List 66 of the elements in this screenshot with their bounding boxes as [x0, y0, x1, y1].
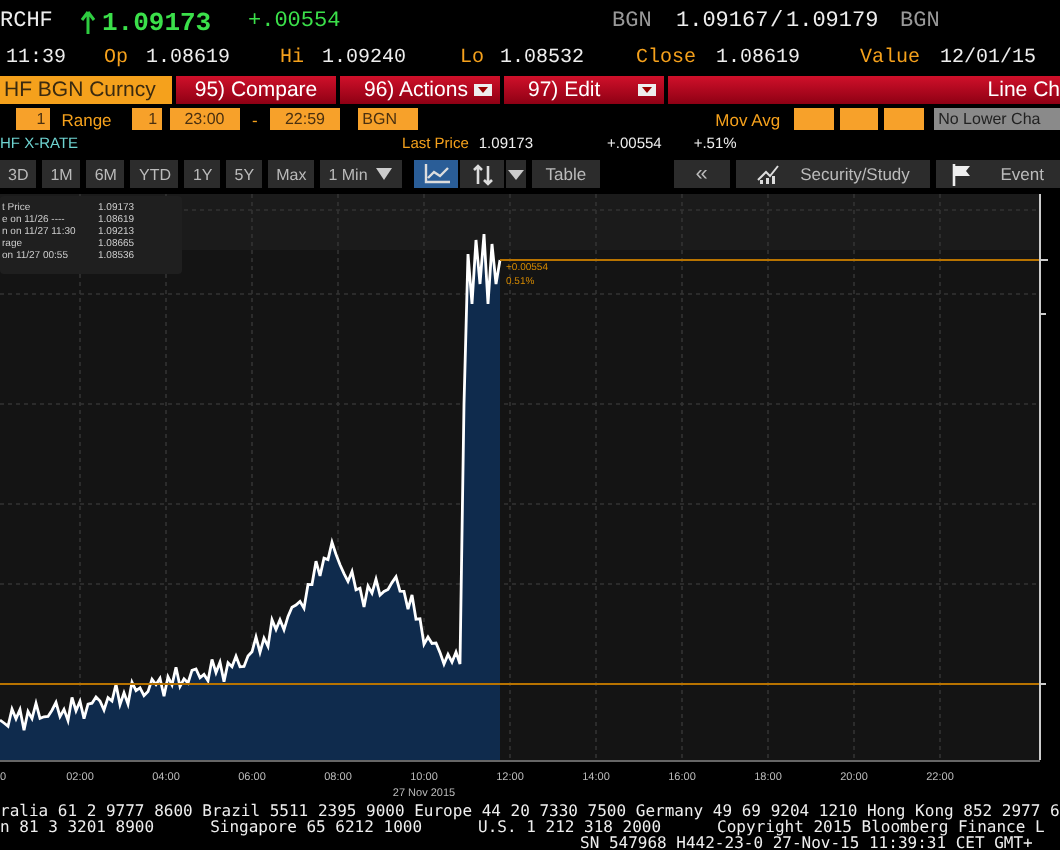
dash: -	[249, 109, 260, 129]
stat-label: Value	[860, 48, 923, 70]
up-arrow-icon	[80, 9, 96, 35]
caret-icon	[638, 84, 656, 96]
start-time-field[interactable]: 23:00	[169, 108, 240, 130]
net-change: +.00554	[248, 10, 343, 34]
footer-text: SN 547968 H442-23-0 27-Nov-15 11:39:31 CET GMT+	[580, 836, 1033, 850]
caret-icon	[474, 84, 492, 96]
lower-chart-field[interactable]: No Lower Cha	[934, 108, 1060, 130]
menu-button[interactable]: 97) Edit	[504, 76, 664, 104]
bid-source: BGN	[612, 10, 654, 34]
period-button[interactable]: 1M	[42, 160, 81, 188]
end-time-field[interactable]: 22:59	[269, 108, 341, 130]
period-button[interactable]: 6M	[86, 160, 125, 188]
sort-arrows-icon	[471, 163, 494, 185]
footer-text: Copyright 2015 Bloomberg Finance L	[717, 820, 1045, 836]
period-button[interactable]: 3D	[0, 160, 37, 188]
line-chart-tool-button[interactable]	[414, 160, 459, 188]
period-button[interactable]: YTD	[130, 160, 179, 188]
chart-icon	[756, 164, 781, 184]
collapse-button[interactable]: «	[673, 160, 730, 188]
interval-dropdown[interactable]: 1 Min	[320, 160, 403, 188]
caret-icon	[375, 168, 392, 180]
chart-type-label[interactable]: Line Ch	[668, 76, 1060, 104]
stat-value: 1.09240	[322, 48, 409, 70]
stat-label: Op	[104, 48, 131, 70]
caret-icon	[508, 169, 525, 179]
footer-text: ralia 61 2 9777 8600 Brazil 5511 2395 9000 Europe 44 20 7330 7500 Germany 49 69 9204 1210 Hong Kong 852 2977 6	[0, 804, 1060, 820]
stat-value: 1.08619	[146, 48, 233, 70]
range-label: Range	[59, 109, 114, 129]
separator: /	[770, 10, 786, 34]
bid-price: 1.09167	[676, 10, 770, 34]
stat-label: Lo	[460, 48, 487, 70]
period-button[interactable]: 5Y	[226, 160, 263, 188]
source-field[interactable]: BGN	[358, 108, 418, 130]
period-button[interactable]: 1Y	[184, 160, 221, 188]
mov-avg-label: Mov Avg	[713, 109, 783, 129]
security-study-button[interactable]: Security/Study	[735, 160, 931, 188]
security-field[interactable]: HF BGN Curncy	[0, 76, 172, 104]
stat-value: 1.08619	[716, 48, 803, 70]
footer-text: n 81 3 3201 8900	[0, 820, 155, 836]
last-price: 1.09173	[102, 7, 212, 37]
period-field[interactable]: 1	[16, 108, 50, 130]
tool-dropdown[interactable]	[506, 160, 527, 188]
table-button[interactable]: Table	[532, 160, 600, 188]
menu-button[interactable]: 95) Compare	[176, 76, 336, 104]
ask-price: 1.09179	[786, 10, 881, 34]
menu-button[interactable]: 96) Actions	[340, 76, 500, 104]
period-button[interactable]: Max	[268, 160, 315, 188]
ask-source: BGN	[900, 10, 942, 34]
compare-tool-button[interactable]	[460, 160, 505, 188]
mov-avg-field[interactable]	[839, 108, 879, 130]
quote-time: 11:39	[6, 48, 69, 70]
stat-label: Hi	[280, 48, 307, 70]
stat-label: Close	[636, 48, 699, 70]
mov-avg-field[interactable]	[794, 108, 834, 130]
event-button[interactable]: Event	[936, 160, 1060, 188]
footer-text: Singapore 65 6212 1000	[210, 820, 423, 836]
line-chart-icon	[423, 164, 450, 184]
mov-avg-field[interactable]	[884, 108, 925, 130]
range-field[interactable]: 1	[131, 108, 162, 130]
footer-text: U.S. 1 212 318 2000	[478, 820, 662, 836]
flag-icon	[952, 163, 971, 185]
ticker: RCHF	[0, 10, 55, 34]
stat-value: 12/01/15	[940, 48, 1039, 70]
stat-value: 1.08532	[500, 48, 587, 70]
